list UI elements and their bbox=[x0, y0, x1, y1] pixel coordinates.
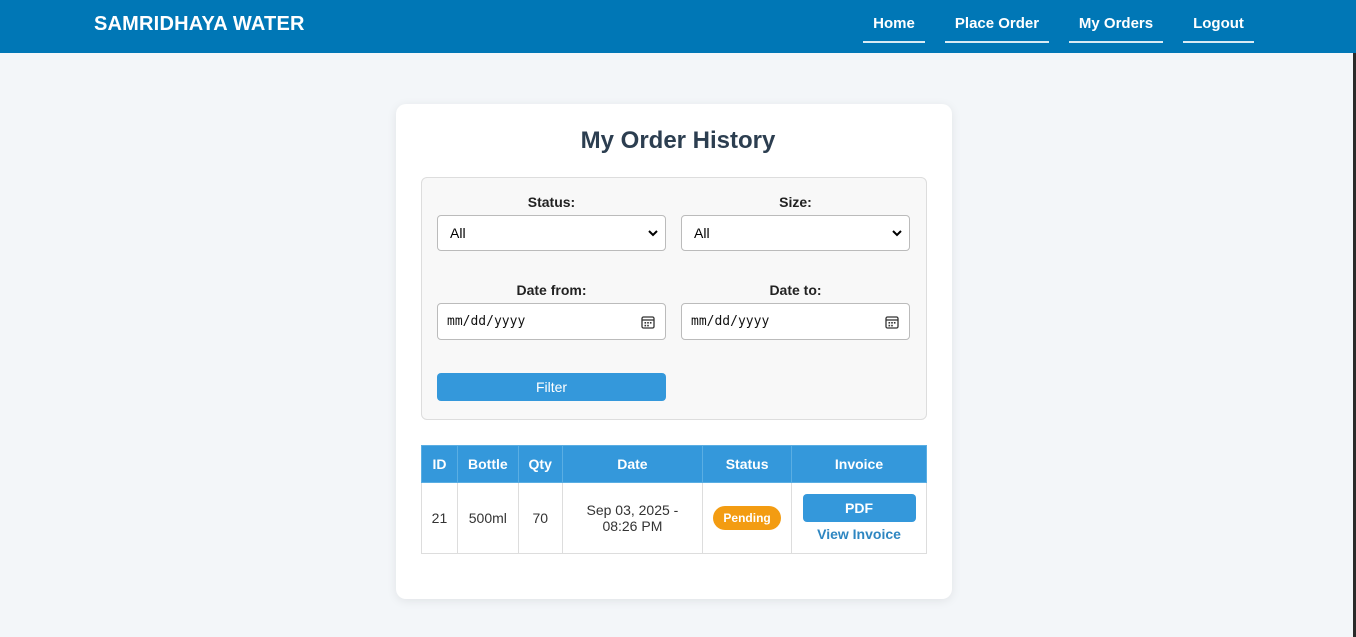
order-date-line2: 08:26 PM bbox=[602, 518, 663, 534]
view-invoice-link[interactable]: View Invoice bbox=[792, 526, 926, 542]
col-header-qty: Qty bbox=[517, 445, 563, 483]
nav-home[interactable]: Home bbox=[863, 6, 925, 43]
calendar-icon[interactable] bbox=[641, 315, 655, 329]
order-id: 21 bbox=[421, 482, 458, 554]
nav-my-orders[interactable]: My Orders bbox=[1069, 6, 1163, 43]
date-to-placeholder: mm/dd/yyyy bbox=[691, 314, 770, 329]
nav-logout[interactable]: Logout bbox=[1183, 6, 1254, 43]
chevron-down-icon bbox=[892, 230, 902, 237]
pdf-button[interactable]: PDF bbox=[802, 494, 916, 522]
size-filter-label: Size: bbox=[779, 194, 812, 210]
orders-table: ID Bottle Qty Date Status Invoice 21 500… bbox=[421, 445, 927, 554]
status-badge: Pending bbox=[713, 506, 781, 530]
nav-place-order[interactable]: Place Order bbox=[945, 6, 1049, 43]
order-date-line1: Sep 03, 2025 - bbox=[586, 502, 679, 518]
chevron-down-icon bbox=[648, 230, 658, 237]
order-bottle: 500ml bbox=[456, 482, 519, 554]
date-from-label: Date from: bbox=[516, 282, 587, 298]
size-select[interactable]: All bbox=[681, 215, 910, 251]
order-qty: 70 bbox=[517, 482, 563, 554]
date-to-label: Date to: bbox=[769, 282, 822, 298]
order-invoice-cell: PDF View Invoice bbox=[791, 482, 927, 554]
size-select-value: All bbox=[694, 225, 710, 241]
date-from-placeholder: mm/dd/yyyy bbox=[447, 314, 526, 329]
status-filter-label: Status: bbox=[527, 194, 576, 210]
filter-button[interactable]: Filter bbox=[437, 373, 666, 401]
navbar: SAMRIDHAYA WATER Home Place Order My Ord… bbox=[0, 0, 1356, 53]
col-header-id: ID bbox=[421, 445, 458, 483]
date-from-input[interactable]: mm/dd/yyyy bbox=[437, 303, 666, 340]
order-date: Sep 03, 2025 - 08:26 PM bbox=[561, 482, 704, 554]
col-header-date: Date bbox=[561, 445, 704, 483]
col-header-bottle: Bottle bbox=[456, 445, 519, 483]
status-select-value: All bbox=[450, 225, 466, 241]
status-select[interactable]: All bbox=[437, 215, 666, 251]
calendar-icon[interactable] bbox=[885, 315, 899, 329]
table-row: 21 500ml 70 Sep 03, 2025 - 08:26 PM Pend… bbox=[421, 482, 927, 554]
table-header-row: ID Bottle Qty Date Status Invoice bbox=[421, 445, 927, 483]
col-header-invoice: Invoice bbox=[791, 445, 927, 483]
date-to-input[interactable]: mm/dd/yyyy bbox=[681, 303, 910, 340]
order-status-cell: Pending bbox=[702, 482, 793, 554]
brand-logo[interactable]: SAMRIDHAYA WATER bbox=[94, 13, 305, 36]
col-header-status: Status bbox=[702, 445, 793, 483]
